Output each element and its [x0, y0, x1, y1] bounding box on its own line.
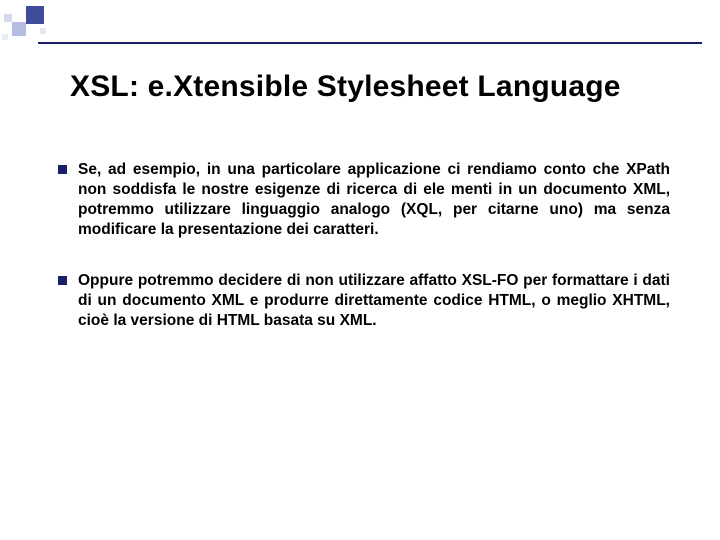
corner-decoration-icon [0, 0, 56, 38]
bullet-item: Oppure potremmo decidere di non utilizza… [58, 271, 670, 331]
slide-body: Se, ad esempio, in una particolare appli… [58, 160, 670, 361]
bullet-text: Se, ad esempio, in una particolare appli… [78, 160, 670, 241]
horizontal-rule [38, 42, 702, 44]
bullet-item: Se, ad esempio, in una particolare appli… [58, 160, 670, 241]
slide: XSL: e.Xtensible Stylesheet Language Se,… [0, 0, 720, 540]
square-bullet-icon [58, 165, 78, 241]
bullet-text: Oppure potremmo decidere di non utilizza… [78, 271, 670, 331]
square-bullet-icon [58, 276, 78, 331]
slide-title: XSL: e.Xtensible Stylesheet Language [70, 70, 680, 104]
